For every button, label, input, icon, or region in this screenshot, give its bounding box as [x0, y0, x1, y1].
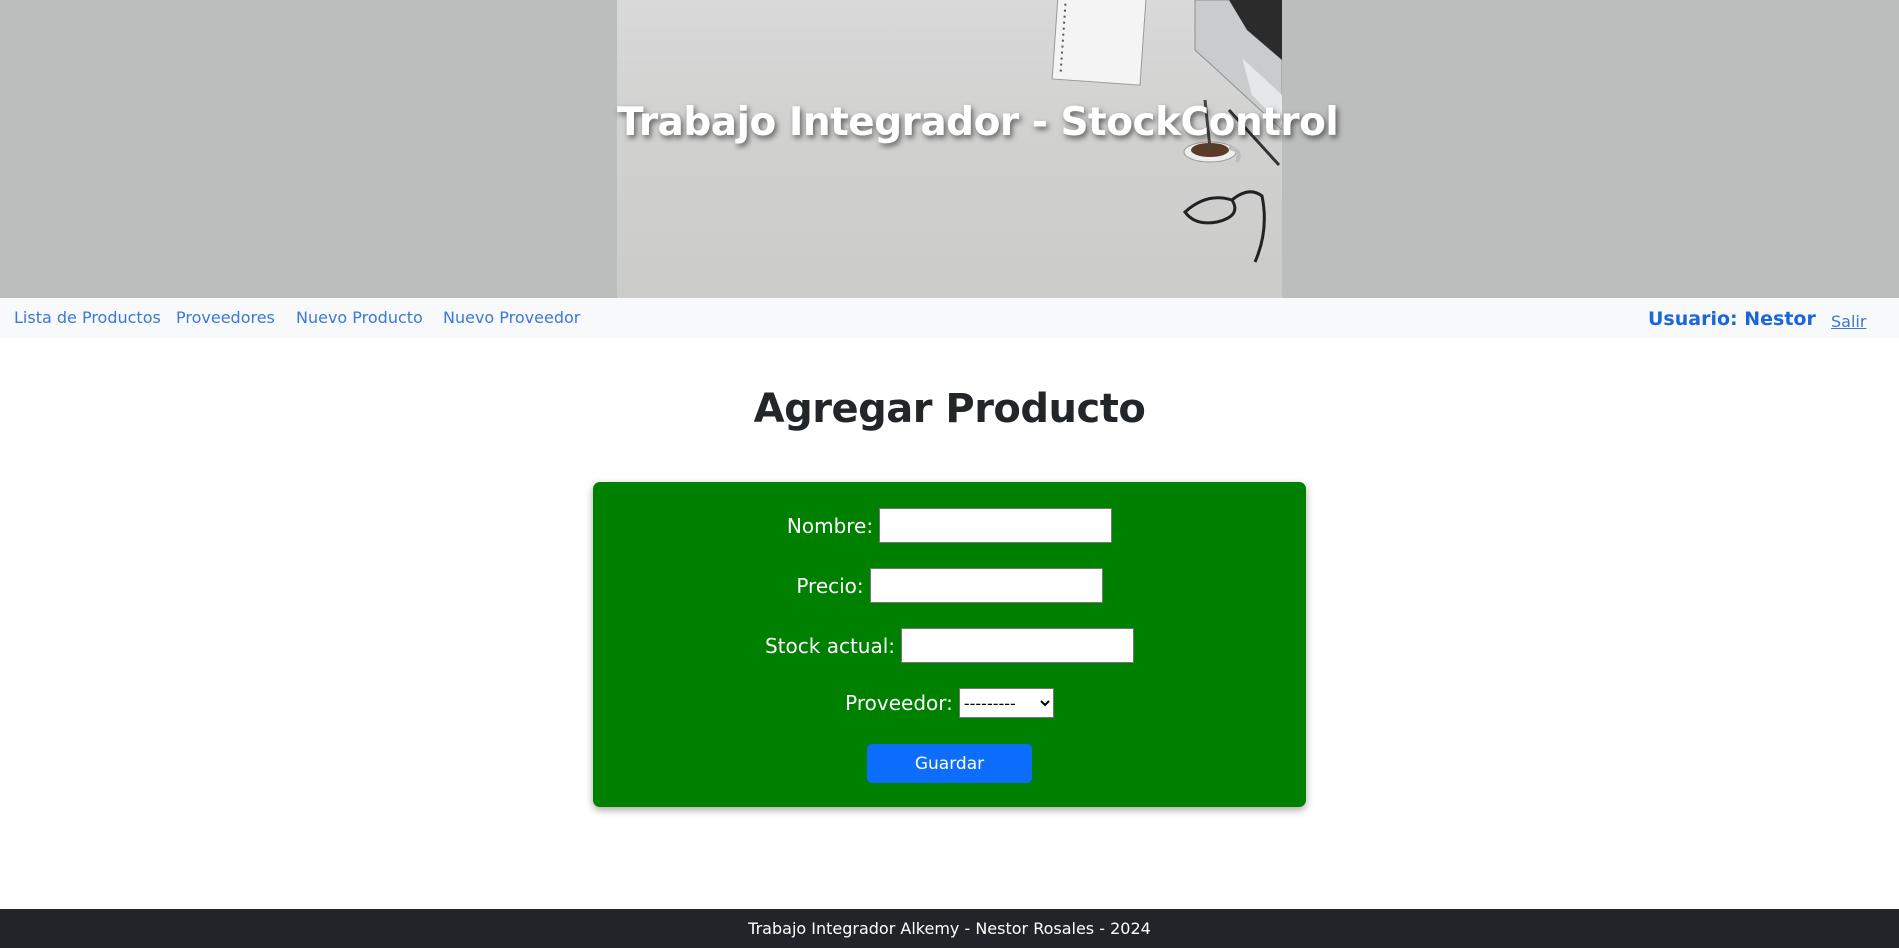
navbar: Lista de Productos Proveedores Nuevo Pro… [0, 298, 1899, 338]
banner-image [617, 0, 1282, 298]
stock-label: Stock actual: [764, 633, 896, 658]
nav-item-nuevo-proveedor[interactable]: Nuevo Proveedor [443, 308, 580, 327]
logout-link[interactable]: Salir [1831, 312, 1866, 331]
proveedor-row: Proveedor: --------- [593, 688, 1306, 718]
current-user-label: Usuario: Nestor [1648, 308, 1816, 330]
footer: Trabajo Integrador Alkemy - Nestor Rosal… [0, 909, 1899, 948]
nombre-input[interactable] [879, 508, 1113, 543]
page-title: Agregar Producto [753, 386, 1146, 432]
precio-input[interactable] [869, 568, 1103, 603]
nombre-row: Nombre: [593, 508, 1306, 543]
precio-row: Precio: [593, 568, 1306, 603]
nav-item-nuevo-producto[interactable]: Nuevo Producto [296, 308, 423, 327]
glasses-illustration [1183, 190, 1266, 263]
proveedor-label: Proveedor: [845, 691, 953, 715]
site-title: Trabajo Integrador - StockControl [617, 100, 1339, 145]
nav-item-proveedores[interactable]: Proveedores [176, 308, 275, 327]
save-button[interactable]: Guardar [867, 744, 1032, 783]
precio-label: Precio: [796, 573, 864, 598]
stock-input[interactable] [901, 628, 1135, 663]
notebook-illustration [1051, 0, 1147, 86]
footer-text: Trabajo Integrador Alkemy - Nestor Rosal… [748, 919, 1151, 938]
stock-row: Stock actual: [593, 628, 1306, 663]
header-banner: Trabajo Integrador - StockControl [0, 0, 1899, 298]
nombre-label: Nombre: [786, 513, 874, 538]
proveedor-select[interactable]: --------- [958, 688, 1054, 718]
add-product-form: Nombre: Precio: Stock actual: Proveedor:… [593, 482, 1306, 807]
nav-item-lista-productos[interactable]: Lista de Productos [14, 308, 161, 327]
